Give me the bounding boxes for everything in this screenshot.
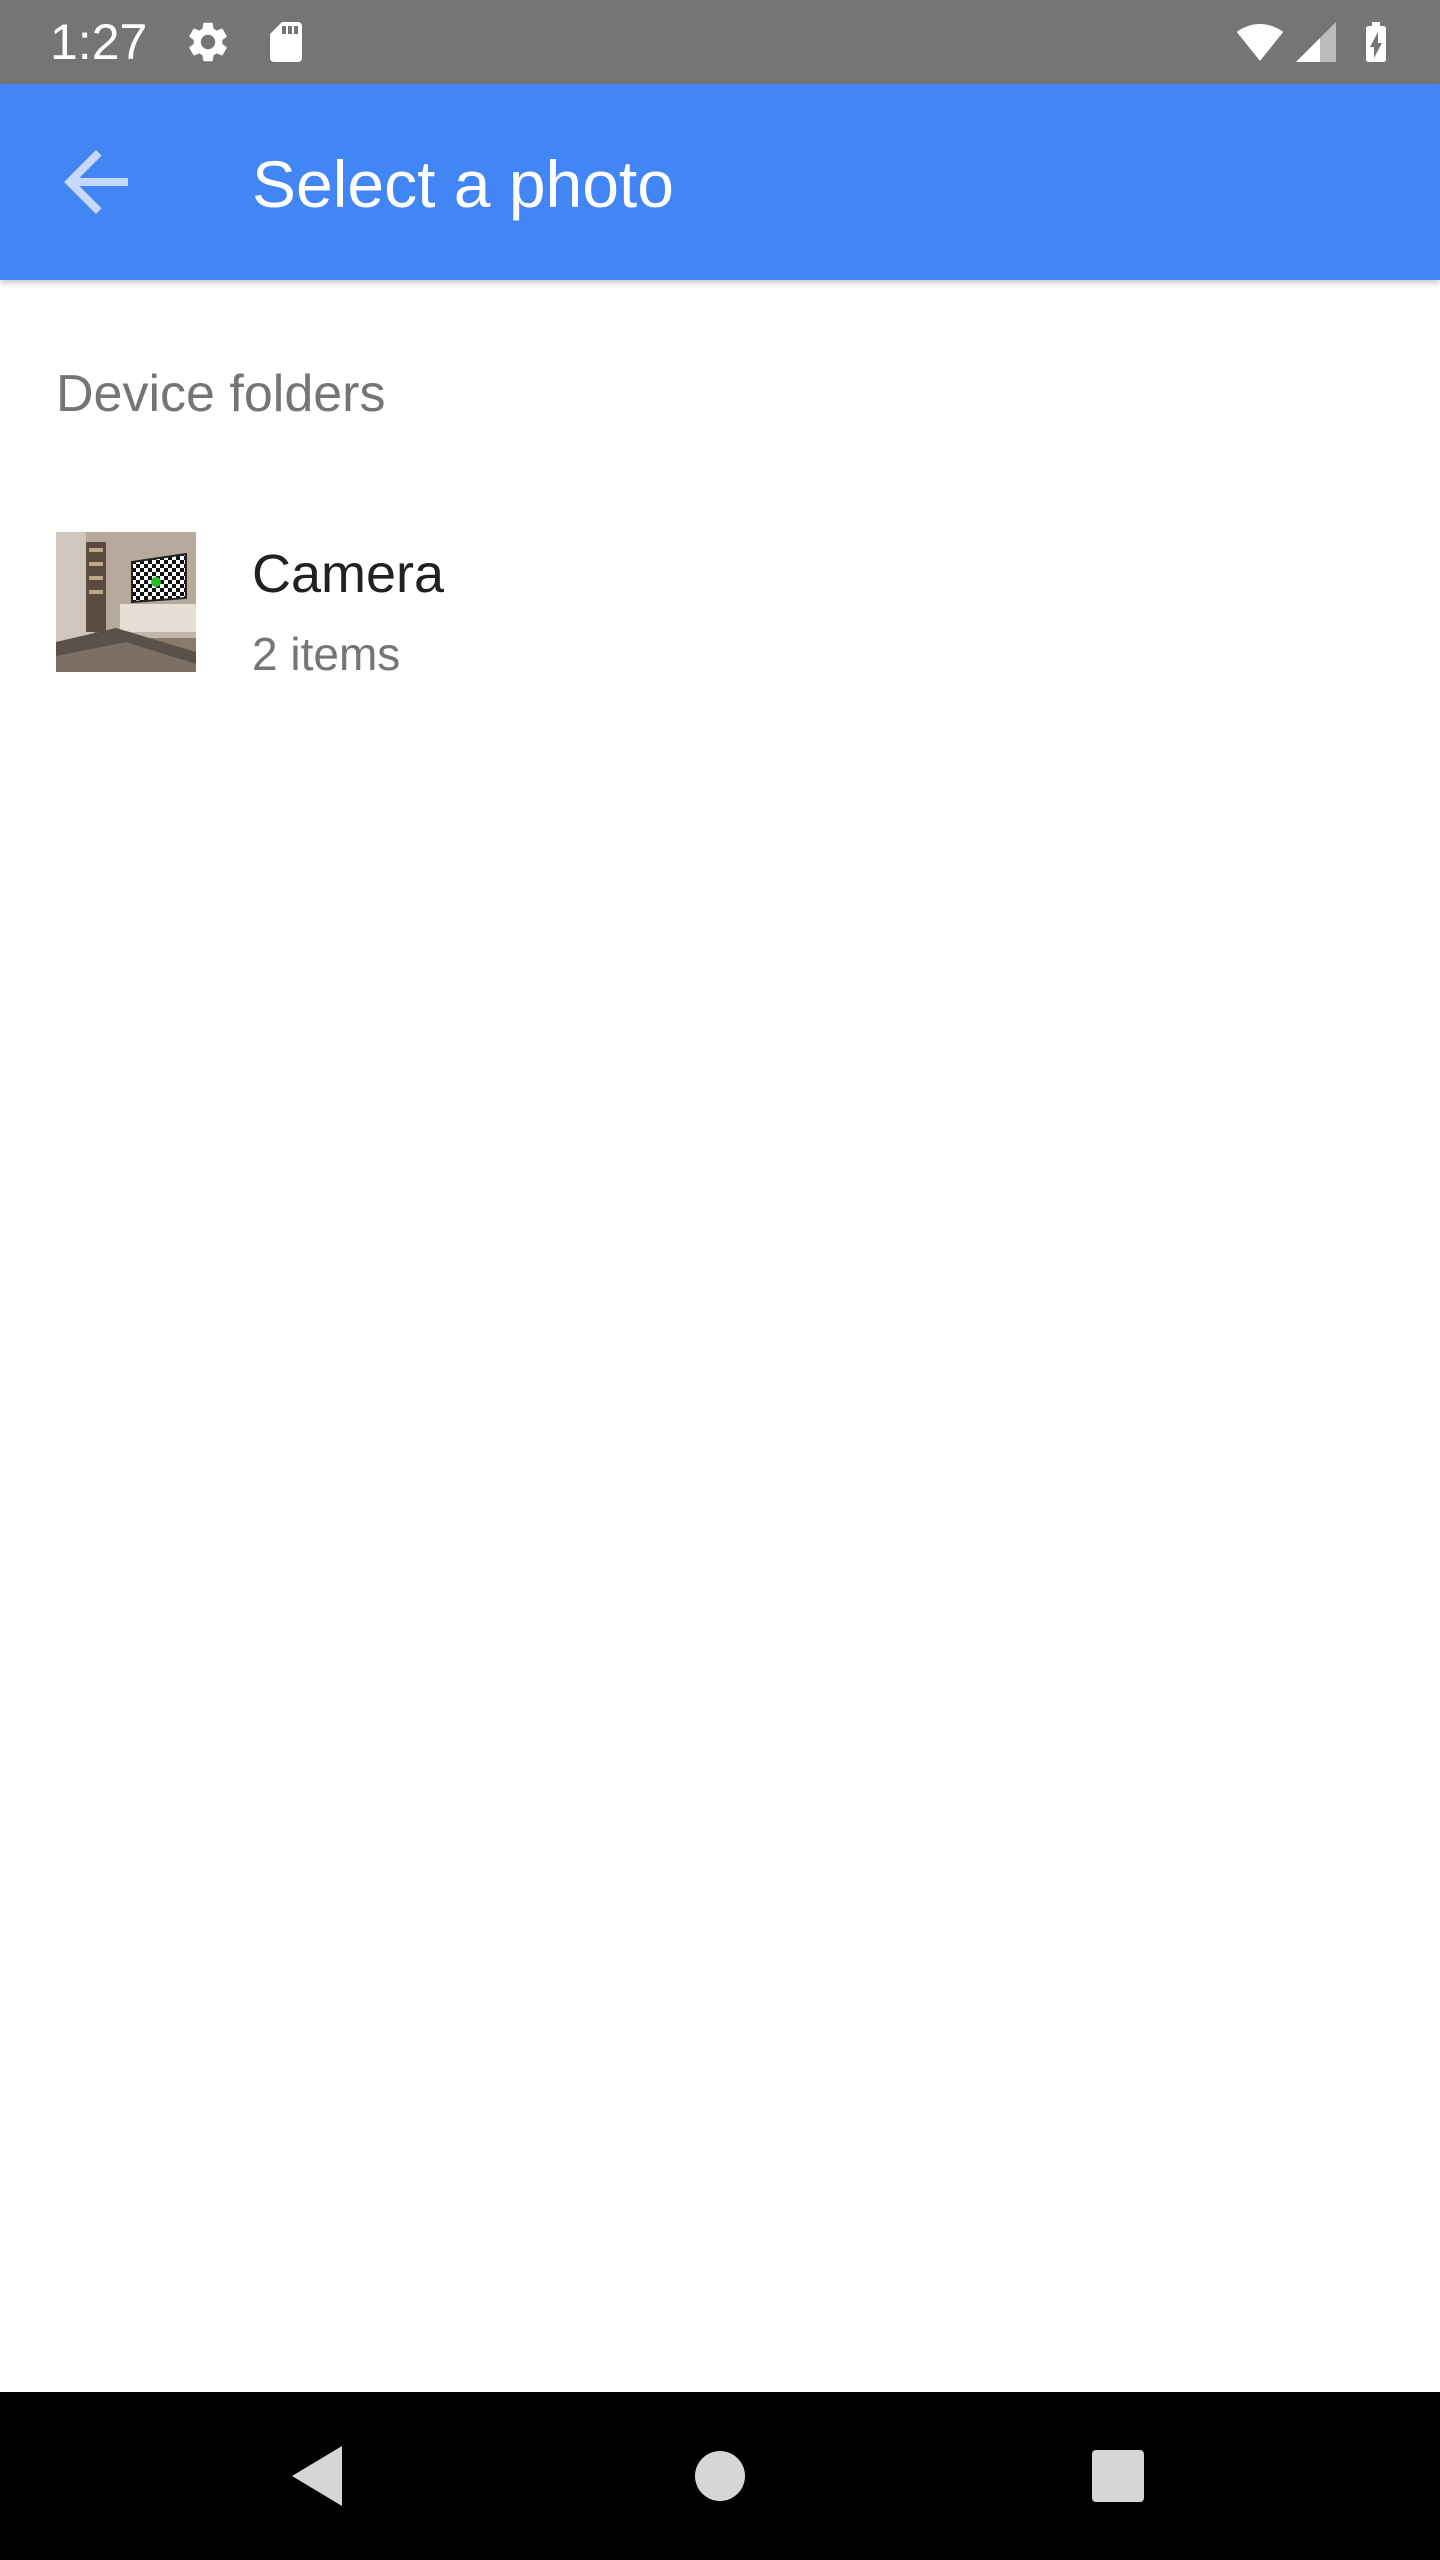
- nav-recents-button[interactable]: [1070, 2428, 1166, 2524]
- battery-charging-icon: [1352, 18, 1400, 66]
- nav-home-icon: [672, 2428, 768, 2524]
- section-header: Device folders: [56, 365, 386, 423]
- cell-signal-icon: [1292, 18, 1340, 66]
- screen: 1:27 Select a photo Device folders Camer…: [0, 0, 1440, 2560]
- folder-item-count: 2 items: [252, 628, 401, 680]
- app-bar: Select a photo: [0, 84, 1440, 280]
- nav-recents-icon: [1070, 2428, 1166, 2524]
- nav-back-icon: [272, 2428, 368, 2524]
- settings-icon: [184, 18, 232, 66]
- wifi-icon: [1232, 18, 1288, 66]
- folder-name: Camera: [252, 544, 445, 604]
- navigation-bar: [0, 2392, 1440, 2560]
- status-bar: 1:27: [0, 0, 1440, 84]
- page-title: Select a photo: [252, 147, 674, 221]
- status-time: 1:27: [50, 14, 148, 70]
- arrow-back-icon: [48, 134, 144, 230]
- back-button[interactable]: [48, 134, 144, 230]
- nav-back-button[interactable]: [272, 2428, 368, 2524]
- folder-thumbnail: [56, 532, 196, 672]
- folder-item-camera[interactable]: Camera 2 items: [0, 500, 1440, 720]
- sd-card-icon: [262, 18, 310, 66]
- nav-home-button[interactable]: [672, 2428, 768, 2524]
